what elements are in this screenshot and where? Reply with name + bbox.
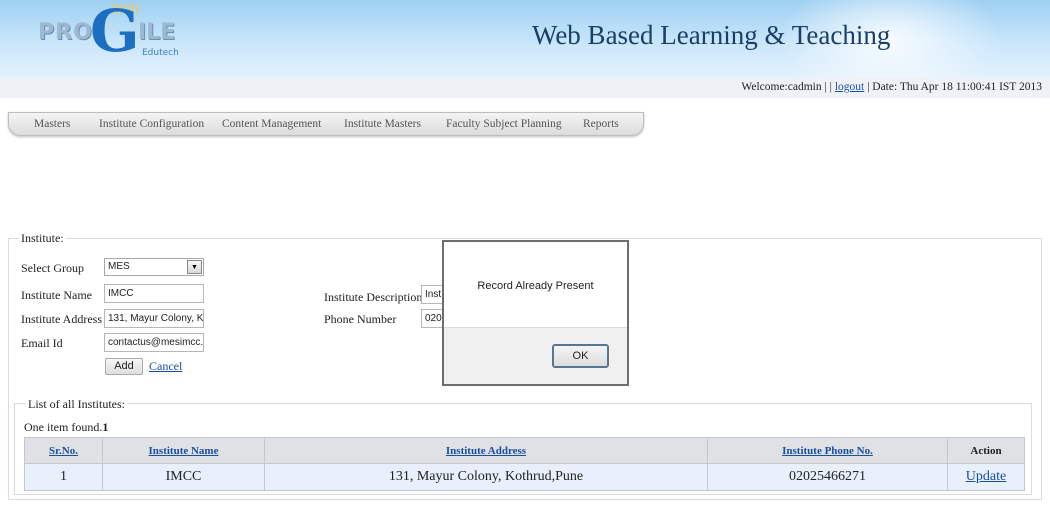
nav-item-institute-configuration[interactable]: Institute Configuration — [99, 118, 204, 130]
progile-logo: PRO G ILE Edutech — [34, 2, 204, 76]
email-input[interactable]: contactus@mesimcc.c — [104, 333, 204, 352]
sort-phone-link[interactable]: Institute Phone No. — [782, 445, 873, 457]
institute-address-label: Institute Address — [21, 312, 102, 326]
column-header-institute-name[interactable]: Institute Name — [102, 437, 265, 464]
logo-tagline: Edutech — [142, 48, 179, 58]
institute-name-label: Institute Name — [21, 288, 92, 302]
nav-item-reports[interactable]: Reports — [583, 118, 619, 130]
logout-link[interactable]: logout — [835, 81, 864, 93]
chevron-down-icon[interactable]: ▼ — [187, 260, 202, 274]
cell-institute-address: 131, Mayur Colony, Kothrud,Pune — [264, 463, 708, 491]
institute-list-legend: List of all Institutes: — [26, 397, 127, 412]
nav-item-content-management[interactable]: Content Management — [222, 118, 321, 130]
welcome-text: Welcome:cadmin | | — [741, 81, 832, 93]
nav-item-institute-masters[interactable]: Institute Masters — [344, 118, 421, 130]
welcome-bar: Welcome:cadmin | | logout | Date: Thu Ap… — [741, 81, 1042, 93]
nav-item-masters[interactable]: Masters — [34, 118, 70, 130]
dialog-message: Record Already Present — [477, 280, 594, 292]
date-text: | Date: Thu Apr 18 11:00:41 IST 2013 — [867, 81, 1042, 93]
column-header-action: Action — [947, 437, 1025, 464]
select-group-dropdown[interactable]: MES ▼ — [104, 258, 204, 276]
main-nav: Masters Institute Configuration Content … — [8, 112, 644, 136]
email-label: Email Id — [21, 336, 63, 350]
column-header-phone[interactable]: Institute Phone No. — [707, 437, 948, 464]
logo-letter: G — [90, 0, 140, 65]
header-banner: PRO G ILE Edutech Web Based Learning & T… — [0, 0, 1050, 78]
institute-description-label: Institute Description — [324, 290, 423, 304]
cell-phone: 02025466271 — [707, 463, 948, 491]
logo-prefix: PRO — [38, 20, 93, 45]
logo-suffix: ILE — [138, 20, 176, 45]
dialog-message-area: Record Already Present — [444, 242, 627, 327]
site-title: Web Based Learning & Teaching — [532, 20, 891, 50]
cell-action: Update — [947, 463, 1025, 491]
institute-table: Sr.No. Institute Name Institute Address … — [24, 437, 1025, 491]
select-group-value: MES — [108, 261, 130, 272]
update-link[interactable]: Update — [966, 469, 1006, 484]
institute-address-input[interactable]: 131, Mayur Colony, Ko — [104, 309, 204, 328]
found-text: One item found. — [24, 420, 103, 434]
phone-number-label: Phone Number — [324, 312, 397, 326]
table-header-row: Sr.No. Institute Name Institute Address … — [24, 437, 1025, 464]
add-button[interactable]: Add — [105, 358, 143, 375]
select-group-label: Select Group — [21, 261, 84, 275]
table-row: 1 IMCC 131, Mayur Colony, Kothrud,Pune 0… — [24, 463, 1025, 491]
column-header-sr-no[interactable]: Sr.No. — [24, 437, 103, 464]
nav-item-faculty-subject-planning[interactable]: Faculty Subject Planning — [446, 118, 562, 130]
item-count-text: One item found.1 — [24, 420, 108, 435]
cancel-link[interactable]: Cancel — [149, 359, 182, 374]
sort-institute-address-link[interactable]: Institute Address — [446, 445, 526, 457]
sort-institute-name-link[interactable]: Institute Name — [149, 445, 219, 457]
sort-sr-no-link[interactable]: Sr.No. — [49, 445, 78, 457]
cell-sr-no: 1 — [24, 463, 103, 491]
cell-institute-name: IMCC — [102, 463, 265, 491]
found-count: 1 — [102, 420, 109, 434]
ok-button[interactable]: OK — [552, 344, 609, 368]
column-header-institute-address[interactable]: Institute Address — [264, 437, 708, 464]
institute-legend: Institute: — [19, 231, 66, 246]
institute-name-input[interactable]: IMCC — [104, 284, 204, 303]
